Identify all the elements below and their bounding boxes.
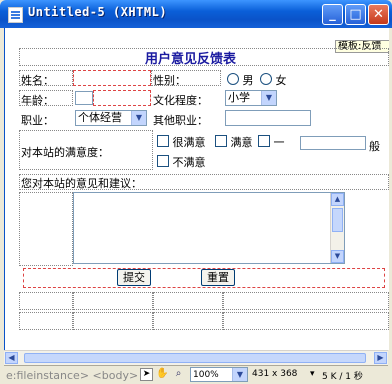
scroll-up-icon[interactable]: ▲	[331, 193, 344, 206]
other-occupation-input[interactable]	[225, 110, 311, 126]
name-input[interactable]	[73, 70, 151, 86]
chevron-down-icon: ▼	[261, 91, 276, 105]
design-view[interactable]: 模板:反馈 用户意见反馈表 姓名： 性别： 男 女 年龄： 文化程度： 小学 ▼…	[4, 28, 389, 350]
satisfied-label: 满意	[230, 136, 253, 149]
age-cell	[93, 90, 151, 106]
status-bar: e:fileinstance> <body> ➤ ✋ ⌕ 100% ▼ 431 …	[4, 365, 388, 384]
satisfied-checkbox[interactable]	[215, 135, 227, 147]
zoom-select[interactable]: 100% ▼	[190, 367, 248, 382]
close-button[interactable]: ✕	[368, 4, 389, 25]
occupation-label: 职业：	[21, 114, 54, 127]
gender-label: 性别：	[153, 74, 186, 87]
scroll-thumb[interactable]	[332, 208, 343, 232]
gender-male-radio[interactable]	[227, 73, 239, 85]
chevron-down-icon: ▼	[131, 111, 146, 125]
submit-button[interactable]: 提交	[117, 269, 151, 286]
comments-left-cell	[19, 192, 73, 266]
dissatisfied-option: 不满意	[157, 154, 206, 170]
zoom-value: 100%	[193, 370, 219, 380]
comments-textarea[interactable]: ▲ ▼	[73, 192, 345, 264]
empty-cell	[19, 292, 73, 310]
scroll-down-icon[interactable]: ▼	[331, 250, 344, 263]
very-satisfied-label: 很满意	[172, 136, 206, 149]
page-icon	[8, 7, 23, 23]
horizontal-scroll-thumb[interactable]	[24, 353, 366, 363]
satisfaction-text-input[interactable]	[300, 136, 366, 150]
occupation-select[interactable]: 个体经营 ▼	[75, 110, 147, 126]
form-heading: 用户意见反馈表	[145, 52, 237, 67]
chevron-down-icon: ▼	[232, 368, 247, 381]
gender-female-label: 女	[275, 74, 287, 87]
maximize-button[interactable]: □	[345, 4, 366, 25]
scroll-right-icon[interactable]: ▶	[374, 352, 387, 364]
age-label: 年龄：	[21, 94, 54, 107]
age-input[interactable]	[75, 91, 93, 105]
average-checkbox[interactable]	[258, 135, 270, 147]
empty-cell	[223, 292, 389, 310]
education-value: 小学	[228, 91, 250, 104]
window-title: Untitled-5 (XHTML)	[28, 5, 168, 19]
empty-cell	[153, 312, 223, 330]
name-label: 姓名：	[21, 74, 54, 87]
hand-tool-icon[interactable]: ✋	[156, 368, 169, 381]
pointer-tool-icon[interactable]: ➤	[140, 368, 153, 381]
minimize-button[interactable]: _	[322, 4, 343, 25]
education-select[interactable]: 小学 ▼	[225, 90, 277, 106]
horizontal-scrollbar[interactable]: ◀ ▶	[4, 350, 388, 365]
empty-cell	[153, 292, 223, 310]
occupation-value: 个体经营	[78, 111, 122, 124]
dissatisfied-label: 不满意	[172, 156, 206, 169]
zoom-tool-icon[interactable]: ⌕	[172, 368, 185, 381]
education-label: 文化程度：	[153, 94, 208, 107]
dissatisfied-checkbox[interactable]	[157, 155, 169, 167]
average-label-part1: 一	[273, 136, 285, 149]
other-occupation-label: 其他职业：	[153, 114, 208, 127]
gender-radio-group: 男 女	[227, 72, 287, 88]
window-size[interactable]: 431 x 368	[252, 369, 297, 379]
scroll-left-icon[interactable]: ◀	[5, 352, 18, 364]
title-bar: Untitled-5 (XHTML) _ □ ✕	[0, 0, 392, 28]
empty-cell	[73, 312, 153, 330]
gender-female-radio[interactable]	[260, 73, 272, 85]
size-menu-icon[interactable]: ▾	[310, 369, 315, 379]
empty-cell	[73, 292, 153, 310]
satisfaction-options: 很满意 满意 一	[157, 134, 285, 150]
reset-button[interactable]: 重置	[201, 269, 235, 286]
average-label-part2: 般	[369, 140, 380, 153]
download-estimate: 5 K / 1 秒	[322, 372, 363, 382]
empty-cell	[223, 312, 389, 330]
gender-male-label: 男	[242, 74, 254, 87]
empty-cell	[19, 312, 73, 330]
tag-selector[interactable]: e:fileinstance> <body>	[6, 369, 138, 382]
textarea-scrollbar[interactable]: ▲ ▼	[330, 193, 344, 263]
comments-label: 您对本站的意见和建议：	[21, 177, 142, 190]
satisfaction-label: 对本站的满意度：	[21, 146, 109, 159]
very-satisfied-checkbox[interactable]	[157, 135, 169, 147]
